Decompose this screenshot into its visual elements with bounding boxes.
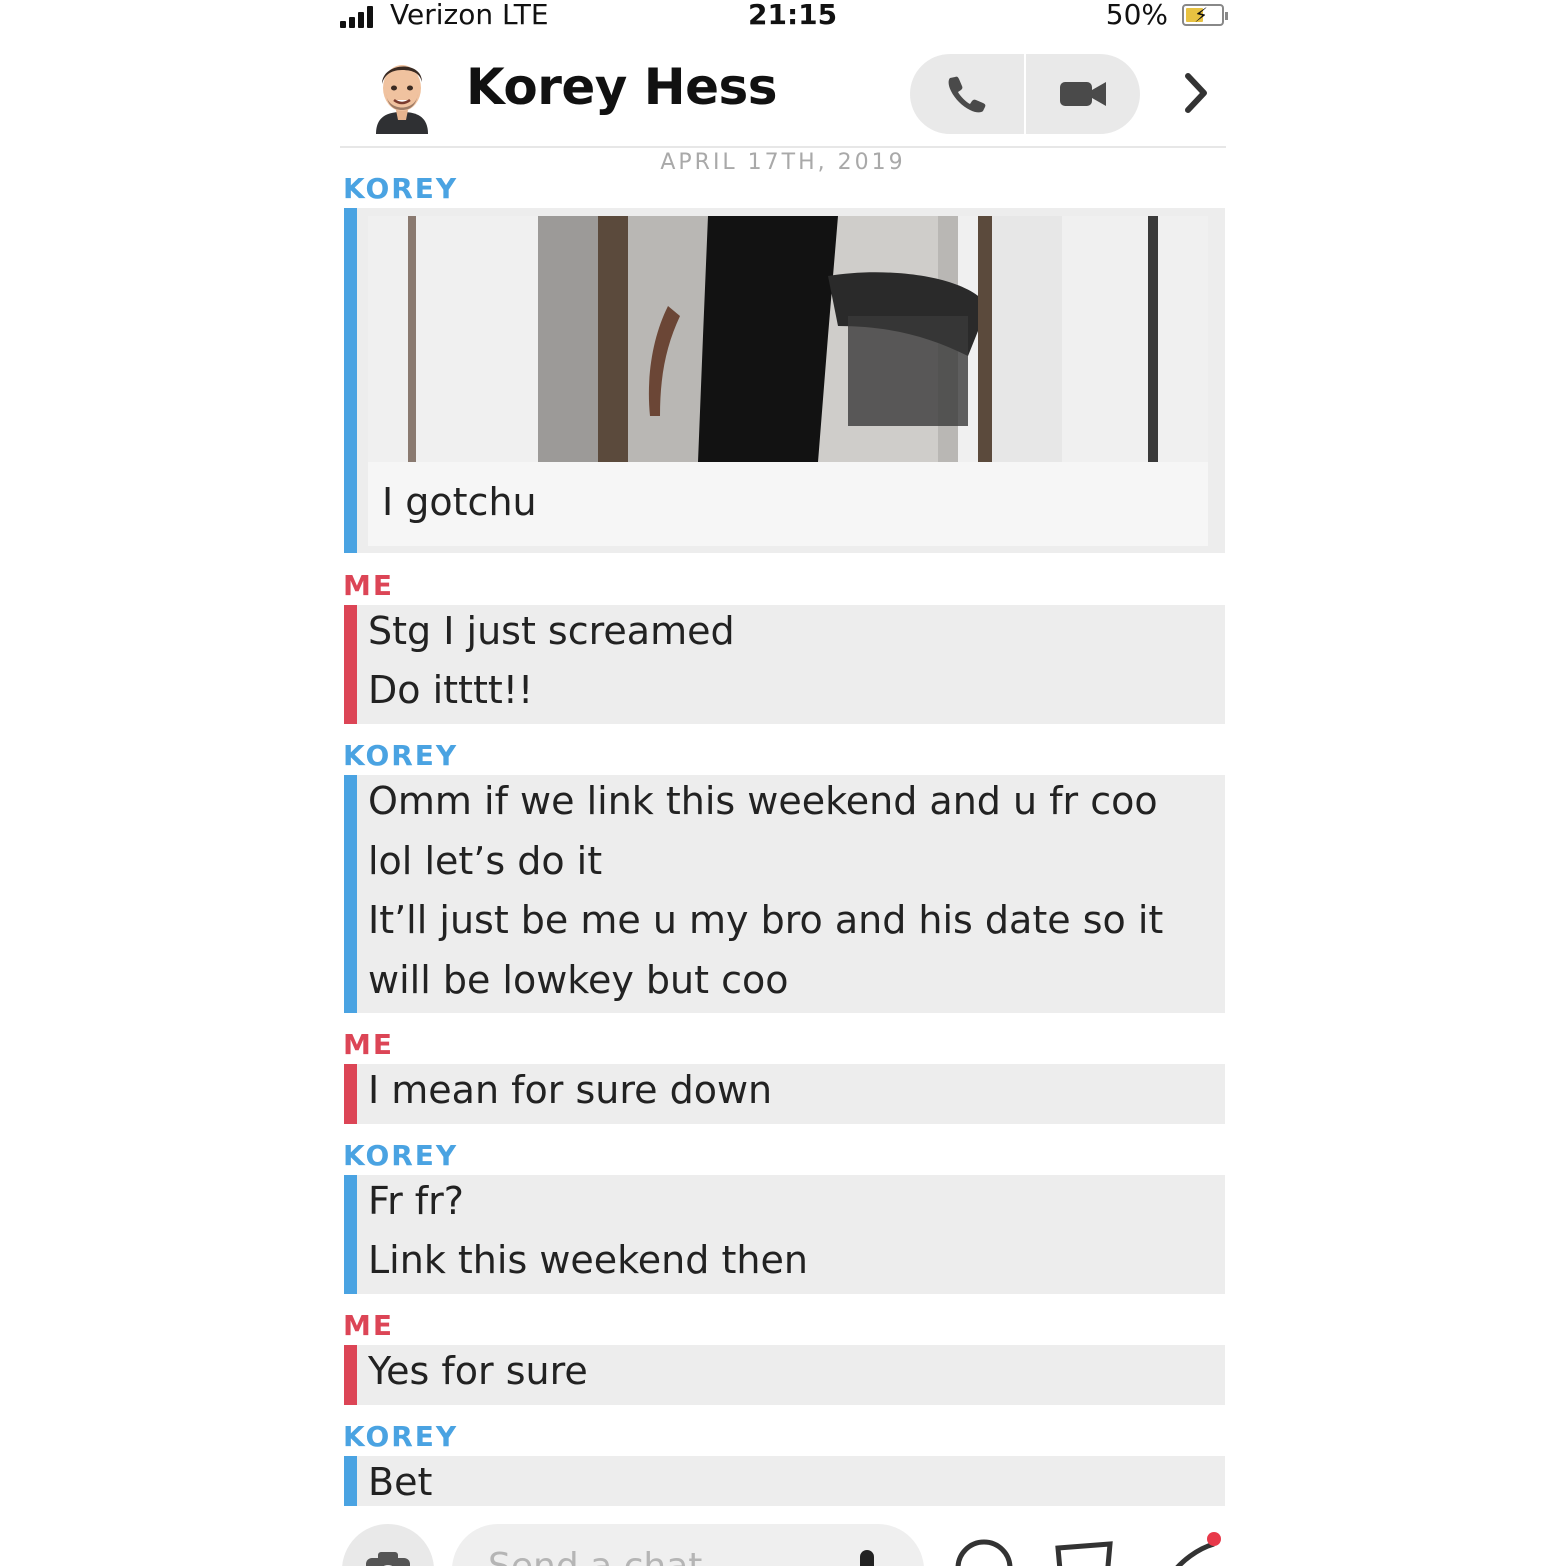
sender-accent-bar — [344, 208, 357, 553]
microphone-icon[interactable] — [860, 1550, 874, 1566]
status-bar: Verizon LTE 21:15 50% ⚡ — [340, 0, 1228, 34]
sender-accent-bar — [344, 1345, 357, 1405]
chevron-right-icon[interactable] — [1176, 68, 1216, 118]
camera-button[interactable] — [342, 1524, 434, 1566]
message-bubble[interactable]: I mean for sure down — [344, 1064, 1225, 1124]
status-time: 21:15 — [748, 0, 838, 31]
chat-header: Korey Hess — [340, 48, 1226, 148]
message-bubble[interactable]: I gotchu — [344, 208, 1225, 553]
sender-label: KOREY — [343, 739, 459, 772]
sender-accent-bar — [344, 1064, 357, 1124]
message-line: Bet — [368, 1460, 433, 1504]
phone-icon — [948, 76, 986, 113]
message-line: Omm if we link this weekend and u fr coo — [368, 779, 1158, 823]
message-line: will be lowkey but coo — [368, 958, 789, 1002]
message-bubble[interactable]: Stg I just screamed Do itttt!! — [344, 605, 1225, 724]
media-caption: I gotchu — [382, 480, 537, 524]
chat-input-placeholder: Send a chat — [488, 1546, 702, 1566]
message-bubble[interactable]: Bet — [344, 1456, 1225, 1506]
message-line: Yes for sure — [368, 1349, 588, 1393]
battery-percent: 50% — [1105, 0, 1168, 31]
video-camera-icon — [1060, 82, 1106, 106]
voice-call-button[interactable] — [910, 54, 1024, 134]
message-line: Do itttt!! — [368, 668, 534, 712]
sender-label: KOREY — [343, 1420, 459, 1453]
composer-bar: Send a chat — [340, 1510, 1226, 1566]
notification-dot — [1207, 1532, 1221, 1546]
sender-accent-bar — [344, 605, 357, 724]
sender-label: ME — [343, 1309, 394, 1342]
message-bubble[interactable]: Yes for sure — [344, 1345, 1225, 1405]
chat-input[interactable]: Send a chat — [452, 1524, 924, 1566]
media-attachment[interactable]: I gotchu — [368, 216, 1208, 546]
message-bubble[interactable]: Omm if we link this weekend and u fr coo… — [344, 775, 1225, 1013]
battery-icon: ⚡ — [1182, 3, 1228, 27]
sender-label: ME — [343, 1028, 394, 1061]
bitmoji-avatar[interactable] — [370, 54, 434, 134]
carrier-label: Verizon LTE — [390, 0, 549, 31]
message-line: It’ll just be me u my bro and his date s… — [368, 898, 1164, 942]
message-line: Link this weekend then — [368, 1238, 808, 1282]
message-line: Stg I just screamed — [368, 609, 735, 653]
snap-photo — [368, 216, 1208, 462]
contact-name[interactable]: Korey Hess — [466, 58, 778, 116]
camera-icon — [366, 1552, 410, 1566]
rocket-icon[interactable] — [1160, 1530, 1224, 1566]
call-button-group — [910, 54, 1140, 134]
signal-strength-icon — [340, 6, 380, 28]
sender-accent-bar — [344, 1175, 357, 1294]
sender-label: KOREY — [343, 172, 459, 205]
sender-accent-bar — [344, 1456, 357, 1506]
stickers-icon[interactable] — [1052, 1538, 1116, 1566]
message-line: Fr fr? — [368, 1179, 464, 1223]
sender-accent-bar — [344, 775, 357, 1013]
message-line: lol let’s do it — [368, 839, 603, 883]
video-call-button[interactable] — [1026, 54, 1140, 134]
smiley-icon[interactable] — [954, 1538, 1014, 1566]
sender-label: KOREY — [343, 1139, 459, 1172]
date-separator: APRIL 17TH, 2019 — [660, 150, 906, 175]
message-bubble[interactable]: Fr fr? Link this weekend then — [344, 1175, 1225, 1294]
sender-label: ME — [343, 569, 394, 602]
message-line: I mean for sure down — [368, 1068, 773, 1112]
